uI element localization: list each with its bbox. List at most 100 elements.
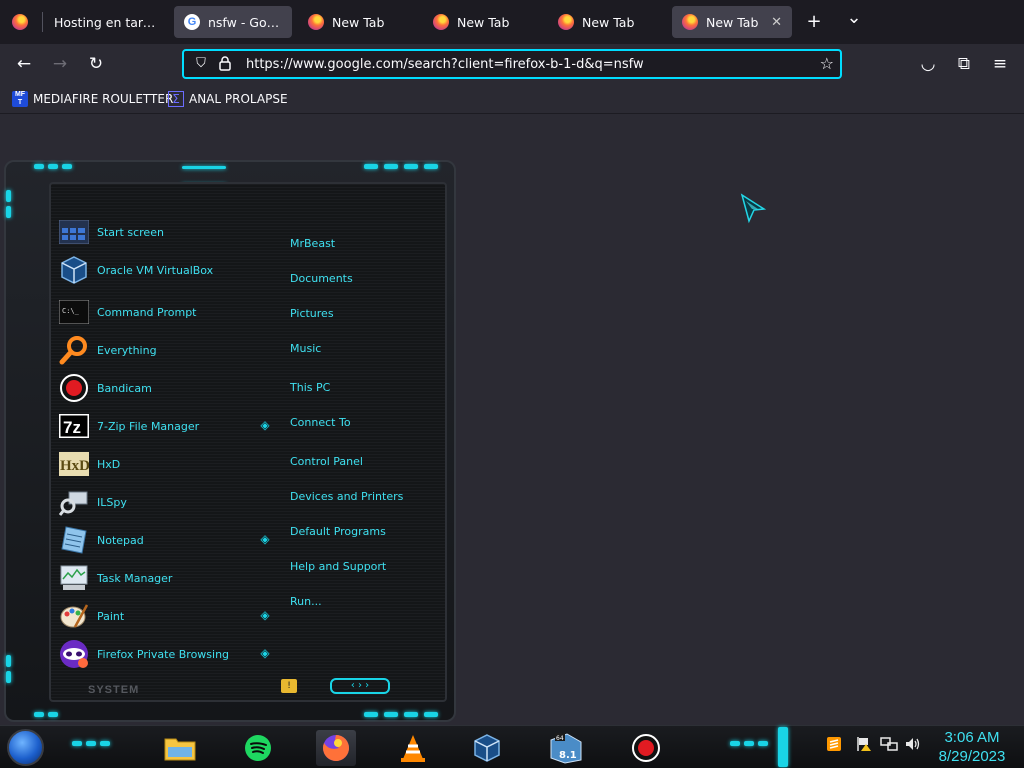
submenu-arrow-icon[interactable]: ◈: [259, 419, 271, 431]
forward-button[interactable]: →: [48, 52, 72, 76]
start-link-music[interactable]: Music: [290, 342, 321, 355]
start-link-help-support[interactable]: Help and Support: [290, 560, 386, 573]
start-orb-button[interactable]: [7, 729, 44, 766]
google-icon: G: [184, 14, 200, 30]
show-desktop-button[interactable]: [778, 727, 788, 767]
application-menu-button[interactable]: ≡: [988, 52, 1012, 76]
firefox-view-icon[interactable]: [12, 14, 28, 30]
submenu-arrow-icon[interactable]: ◈: [259, 609, 271, 621]
decor-dash: [384, 712, 398, 717]
start-item-virtualbox[interactable]: Oracle VM VirtualBox: [58, 253, 258, 287]
virtualbox-icon: [474, 734, 500, 762]
start-menu-pager[interactable]: ‹ › ›: [330, 678, 390, 694]
url-bar[interactable]: ⛉ ☆: [182, 49, 842, 79]
new-tab-button[interactable]: +: [802, 10, 826, 34]
start-menu: Start screen Oracle VM VirtualBox C:\_ C…: [4, 160, 456, 722]
svg-text:8.1: 8.1: [559, 750, 577, 761]
taskbar-firefox[interactable]: [316, 730, 356, 766]
bookmarks-toolbar: MF T MEDIAFIRE ROULETTER Σ ANAL PROLAPSE: [0, 84, 1024, 114]
decor-dash: [72, 741, 82, 746]
start-item-task-manager[interactable]: Task Manager: [58, 561, 258, 595]
volume-icon[interactable]: [905, 736, 921, 756]
tab-title: New Tab: [582, 14, 635, 30]
start-item-ilspy[interactable]: ILSpy: [58, 485, 258, 519]
start-item-notepad[interactable]: Notepad: [58, 523, 258, 557]
decor-dash: [404, 712, 418, 717]
start-link-mrbeast[interactable]: MrBeast: [290, 237, 335, 250]
bandicam-icon: [632, 734, 660, 762]
shutdown-button[interactable]: !: [281, 679, 297, 693]
firefox-icon: [323, 735, 349, 761]
start-item-label: Firefox Private Browsing: [97, 647, 230, 661]
decor-dash: [424, 712, 438, 717]
start-item-label: Bandicam: [97, 381, 152, 395]
tracking-protection-shield-icon[interactable]: ⛉: [192, 55, 210, 73]
navigation-toolbar: ← → ↻ ⛉ ☆ ◡ ⧉ ≡: [0, 44, 1024, 84]
mouse-cursor-icon: [740, 193, 766, 224]
clock-date[interactable]: 8/29/2023: [932, 748, 1012, 765]
task-manager-icon: [58, 562, 90, 594]
vlc-icon: [401, 735, 425, 762]
decor-dash: [364, 164, 378, 169]
start-item-label: Everything: [97, 343, 157, 357]
start-link-devices-printers[interactable]: Devices and Printers: [290, 490, 403, 503]
tab-new-1[interactable]: New Tab: [298, 6, 418, 38]
start-item-label: Notepad: [97, 533, 144, 547]
start-item-7zip[interactable]: 7z 7-Zip File Manager: [58, 409, 258, 443]
tab-new-2[interactable]: New Tab: [423, 6, 543, 38]
list-all-tabs-button[interactable]: ⌄: [842, 6, 866, 30]
firefox-icon: [558, 14, 574, 30]
taskbar-virtualbox[interactable]: [467, 730, 507, 766]
taskbar-windows-8-1[interactable]: 64 8.1: [546, 730, 586, 766]
network-icon[interactable]: [880, 736, 898, 756]
decor-dash: [6, 671, 11, 683]
bookmark-anal-prolapse[interactable]: Σ ANAL PROLAPSE: [168, 90, 288, 108]
start-item-firefox-private[interactable]: Firefox Private Browsing: [58, 637, 258, 671]
start-item-command-prompt[interactable]: C:\_ Command Prompt: [58, 295, 258, 329]
start-link-default-programs[interactable]: Default Programs: [290, 525, 386, 538]
taskbar-vlc[interactable]: [393, 730, 433, 766]
start-link-pictures[interactable]: Pictures: [290, 307, 334, 320]
start-item-label: Start screen: [97, 225, 164, 239]
action-center-flag-icon[interactable]: [856, 736, 874, 756]
start-item-everything[interactable]: Everything: [58, 333, 258, 367]
submenu-arrow-icon[interactable]: ◈: [259, 533, 271, 545]
start-link-documents[interactable]: Documents: [290, 272, 353, 285]
start-link-control-panel[interactable]: Control Panel: [290, 455, 363, 468]
start-link-this-pc[interactable]: This PC: [290, 381, 330, 394]
bookmark-mediafire-rouletter[interactable]: MF T MEDIAFIRE ROULETTER: [12, 90, 173, 108]
command-prompt-icon: C:\_: [58, 296, 90, 328]
tab-new-3[interactable]: New Tab: [548, 6, 668, 38]
tab-close-icon[interactable]: ✕: [771, 15, 782, 30]
back-button[interactable]: ←: [12, 52, 36, 76]
start-link-connect-to[interactable]: Connect To: [290, 416, 351, 429]
sublime-tray-icon[interactable]: [826, 736, 842, 756]
tab-new-4[interactable]: New Tab ✕: [672, 6, 792, 38]
spotify-icon: [245, 735, 271, 761]
start-item-start-screen[interactable]: Start screen: [58, 215, 258, 249]
extensions-button[interactable]: ⧉: [952, 52, 976, 76]
submenu-arrow-icon[interactable]: ◈: [259, 647, 271, 659]
start-item-hxd[interactable]: HxD HxD: [58, 447, 258, 481]
taskbar-file-explorer[interactable]: [160, 730, 200, 766]
start-link-run[interactable]: Run...: [290, 595, 322, 608]
lock-icon[interactable]: [216, 55, 234, 73]
tab-hosting[interactable]: Hosting en tareas d: [44, 6, 170, 38]
mediafire-icon: MF T: [12, 91, 28, 107]
notepad-icon: [58, 524, 90, 556]
url-input[interactable]: [246, 56, 806, 72]
firefox-icon: [682, 14, 698, 30]
start-item-paint[interactable]: Paint: [58, 599, 258, 633]
taskbar-bandicam[interactable]: [626, 730, 666, 766]
windows-8-1-icon: 648.1: [550, 733, 582, 764]
tab-strip: Hosting en tareas d G nsfw - Google S Ne…: [0, 0, 1024, 44]
tab-nsfw-google[interactable]: G nsfw - Google S: [174, 6, 292, 38]
decor-dash: [424, 164, 438, 169]
decor-dash: [730, 741, 740, 746]
start-item-bandicam[interactable]: Bandicam: [58, 371, 258, 405]
taskbar-spotify[interactable]: [238, 730, 278, 766]
bookmark-star-icon[interactable]: ☆: [820, 54, 834, 73]
clock-time[interactable]: 3:06 AM: [932, 729, 1012, 746]
reload-button[interactable]: ↻: [84, 52, 108, 76]
pocket-button[interactable]: ◡: [916, 52, 940, 76]
